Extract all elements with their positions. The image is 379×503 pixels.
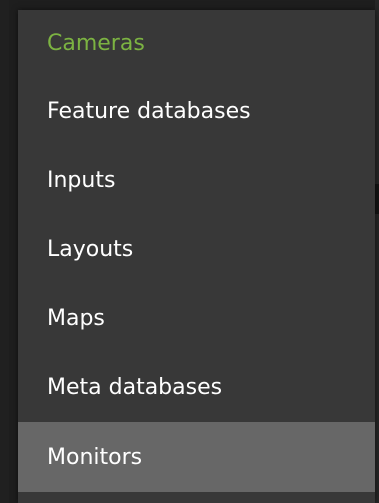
menu-item-label: Feature databases — [47, 99, 251, 124]
menu-item-maps[interactable]: Maps — [18, 284, 375, 353]
menu-item-feature-databases[interactable]: Feature databases — [18, 77, 375, 146]
menu-item-cameras[interactable]: Cameras — [18, 10, 375, 77]
menu-item-layouts[interactable]: Layouts — [18, 215, 375, 284]
menu-item-label: Maps — [47, 306, 105, 331]
menu-item-inputs[interactable]: Inputs — [18, 146, 375, 215]
menu-item-label: Monitors — [47, 444, 143, 470]
menu-item-label: Inputs — [47, 168, 116, 193]
right-panel-tab — [375, 184, 379, 214]
dropdown-menu: Cameras Feature databases Inputs Layouts… — [18, 10, 375, 503]
menu-item-monitors[interactable]: Monitors — [18, 422, 375, 492]
menu-item-meta-databases[interactable]: Meta databases — [18, 353, 375, 422]
menu-item-label: Cameras — [47, 31, 145, 56]
app-background: Cameras Feature databases Inputs Layouts… — [0, 0, 379, 503]
menu-item-label: Layouts — [47, 237, 134, 262]
menu-item-label: Meta databases — [47, 375, 223, 400]
right-panel-edge — [375, 0, 379, 503]
left-panel-edge — [0, 0, 9, 503]
